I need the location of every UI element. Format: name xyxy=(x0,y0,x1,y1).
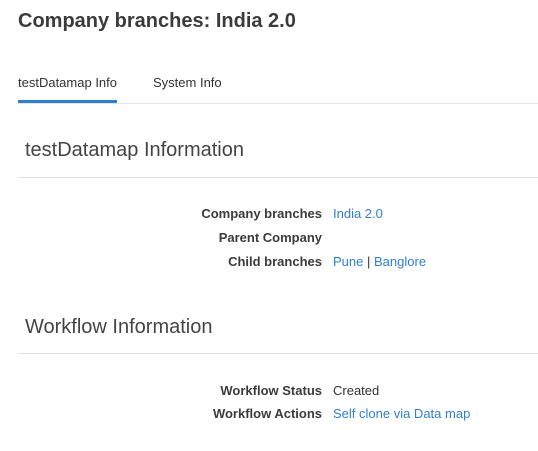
field-value-child-branches: Pune | Banglore xyxy=(333,254,426,269)
field-row-child-branches: Child branches Pune | Banglore xyxy=(0,254,538,274)
child-branch-link-banglore[interactable]: Banglore xyxy=(374,254,426,269)
section-title-datamap: testDatamap Information xyxy=(25,139,244,161)
field-value-company-branches: India 2.0 xyxy=(333,206,383,221)
company-branch-link[interactable]: India 2.0 xyxy=(333,206,383,221)
section-divider-datamap xyxy=(18,177,538,178)
tab-testdatamap-info[interactable]: testDatamap Info xyxy=(18,75,117,103)
field-row-workflow-actions: Workflow Actions Self clone via Data map xyxy=(0,406,538,426)
tab-system-info[interactable]: System Info xyxy=(153,75,222,100)
field-value-workflow-actions: Self clone via Data map xyxy=(333,406,470,421)
field-value-workflow-status: Created xyxy=(333,383,380,398)
field-row-company-branches: Company branches India 2.0 xyxy=(0,206,538,226)
section-divider-workflow xyxy=(18,353,538,354)
child-branch-link-pune[interactable]: Pune xyxy=(333,254,363,269)
tab-bar: testDatamap Info System Info xyxy=(18,75,538,104)
field-label-child-branches: Child branches xyxy=(228,254,322,269)
section-title-workflow: Workflow Information xyxy=(25,316,213,338)
child-branch-separator: | xyxy=(367,254,371,269)
field-row-workflow-status: Workflow Status Created xyxy=(0,383,538,403)
field-label-workflow-actions: Workflow Actions xyxy=(212,406,322,421)
workflow-action-link[interactable]: Self clone via Data map xyxy=(333,406,470,421)
field-label-workflow-status: Workflow Status xyxy=(220,383,322,398)
field-row-parent-company: Parent Company xyxy=(0,230,538,250)
field-label-parent-company: Parent Company xyxy=(218,230,322,245)
field-label-company-branches: Company branches xyxy=(201,206,322,221)
page-title: Company branches: India 2.0 xyxy=(18,10,296,32)
